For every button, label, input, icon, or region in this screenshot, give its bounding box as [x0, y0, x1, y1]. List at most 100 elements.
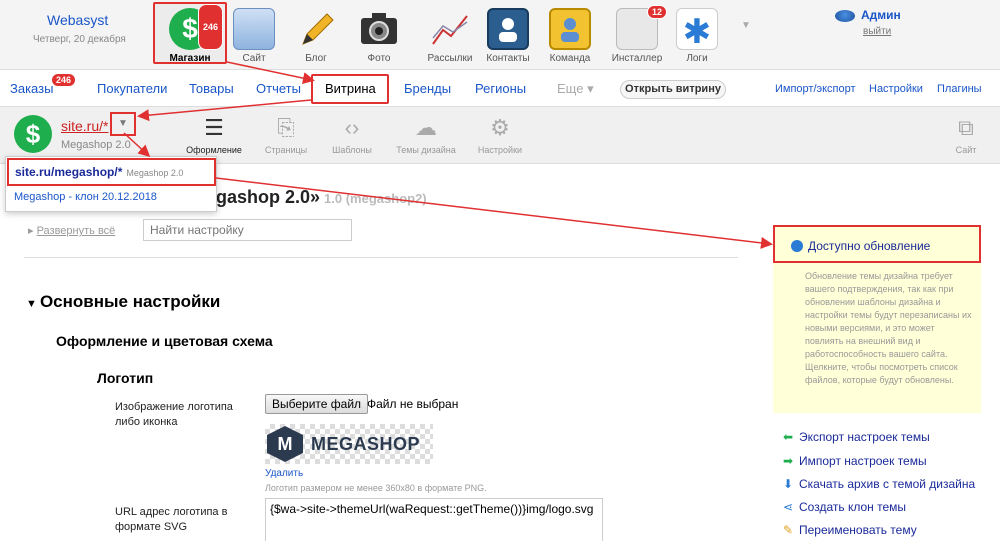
app-label: Сайт — [242, 53, 266, 64]
page-title: gashop 2.0» 1.0 (megashop2) — [216, 187, 427, 208]
tool-design[interactable]: ☰ Оформление — [176, 115, 252, 155]
tool-label: Сайт — [955, 145, 977, 155]
svg-url-textarea[interactable]: {$wa->site->themeUrl(waRequest::getTheme… — [265, 498, 603, 541]
cloud-download-icon: ☁ — [415, 115, 437, 140]
megashop-logo-mark: M — [267, 426, 303, 462]
update-title: Доступно обновление — [808, 239, 931, 253]
refresh-icon — [791, 240, 803, 252]
delete-logo-link[interactable]: Удалить — [265, 468, 303, 479]
app-blog[interactable]: Блог — [286, 4, 346, 66]
site-route-link[interactable]: site.ru/* — [61, 118, 108, 134]
app-team[interactable]: Команда — [540, 4, 600, 66]
app-label: Магазин — [169, 53, 211, 64]
caret-right-icon: ▸ — [28, 225, 37, 237]
app-contacts[interactable]: Контакты — [478, 4, 538, 66]
camera-icon — [358, 8, 400, 50]
chevron-down-icon[interactable]: ▼ — [741, 20, 751, 31]
svg-url-label: URL адрес логотипа в формате SVG — [115, 506, 228, 533]
nav-brands[interactable]: Бренды — [404, 81, 451, 96]
import-settings-link[interactable]: ➡ Импорт настроек темы — [782, 454, 927, 468]
section-main-settings[interactable]: ▼ Основные настройки — [26, 292, 220, 312]
nav-settings[interactable]: Настройки — [869, 83, 923, 95]
clone-theme-link[interactable]: ⋖ Создать клон темы — [782, 500, 906, 514]
tool-settings[interactable]: ⚙ Настройки — [462, 115, 538, 155]
app-shop[interactable]: $ 246 Магазин — [153, 2, 227, 64]
caret-down-icon: ▼ — [26, 298, 40, 310]
chart-icon — [429, 8, 471, 50]
nav-import-export[interactable]: Импорт/экспорт — [775, 83, 856, 95]
app-site[interactable]: Сайт — [224, 4, 284, 66]
tool-label: Страницы — [264, 145, 308, 155]
nav-customers[interactable]: Покупатели — [97, 81, 167, 96]
list-icon: ☰ — [204, 115, 224, 140]
tool-themes[interactable]: ☁ Темы дизайна — [388, 115, 464, 155]
theme-title: gashop 2.0» — [216, 187, 321, 207]
user-name[interactable]: Админ — [861, 8, 901, 22]
share-icon: ⋖ — [782, 500, 794, 514]
app-label: Фото — [367, 53, 391, 64]
expand-all-link[interactable]: ▸ Развернуть всё — [28, 224, 115, 237]
tool-label: Шаблоны — [332, 145, 372, 155]
app-label: Рассылки — [427, 53, 473, 64]
app-label: Логи — [686, 53, 708, 64]
installer-badge: 12 — [646, 5, 667, 19]
contacts-icon — [487, 8, 529, 50]
dropdown-item-megashop[interactable]: site.ru/megashop/* Megashop 2.0 — [7, 158, 216, 186]
arrow-left-icon: ⬅ — [782, 430, 794, 444]
tool-templates[interactable]: ‹› Шаблоны — [314, 115, 390, 155]
pencil-icon — [295, 8, 337, 50]
tool-label: Темы дизайна — [396, 145, 456, 155]
tool-label: Оформление — [186, 145, 242, 155]
nav-more[interactable]: Еще ▾ — [557, 81, 594, 97]
nav-regions[interactable]: Регионы — [475, 81, 526, 96]
logo-preview: M MEGASHOP — [265, 424, 433, 464]
pages-icon: ⎘ — [277, 115, 295, 140]
logo-image-label: Изображение логотипа либо иконка — [115, 401, 233, 428]
download-archive-link[interactable]: ⬇ Скачать архив с темой дизайна — [782, 477, 975, 491]
app-installer[interactable]: 12 Инсталлер — [607, 4, 667, 66]
brand-link[interactable]: Webasyst — [47, 12, 108, 28]
dropdown-item-clone[interactable]: Megashop - клон 20.12.2018 — [14, 191, 157, 203]
update-available-link[interactable]: Доступно обновление — [773, 225, 981, 263]
current-date: Четверг, 20 декабря — [33, 34, 126, 45]
app-label: Контакты — [486, 53, 530, 64]
settings-search-input[interactable] — [143, 219, 352, 241]
action-label: Экспорт настроек темы — [799, 430, 930, 444]
logout-link[interactable]: выйти — [863, 26, 891, 37]
nav-reports[interactable]: Отчеты — [256, 81, 301, 96]
app-mailer[interactable]: Рассылки — [420, 4, 480, 66]
nav-orders[interactable]: Заказы — [10, 81, 53, 96]
action-label: Переименовать тему — [799, 523, 917, 537]
open-storefront-button[interactable]: Открыть витрину — [620, 80, 726, 99]
nav-products[interactable]: Товары — [189, 81, 234, 96]
update-panel[interactable]: Доступно обновление Обновление темы диза… — [773, 225, 981, 413]
pencil-icon: ✎ — [782, 523, 794, 537]
logo-hint: Логотип размером не менее 360x80 в форма… — [265, 483, 487, 493]
app-logs[interactable]: ✱ Логи — [667, 4, 727, 66]
shop-icon: $ 246 — [169, 4, 223, 50]
avatar — [835, 10, 855, 22]
team-icon — [549, 8, 591, 50]
nav-storefront[interactable]: Витрина — [325, 81, 376, 96]
site-route-dropdown: site.ru/megashop/* Megashop 2.0 Megashop … — [5, 156, 217, 212]
export-settings-link[interactable]: ⬅ Экспорт настроек темы — [782, 430, 930, 444]
section-colors: Оформление и цветовая схема — [56, 333, 273, 349]
tool-pages[interactable]: ⎘ Страницы — [248, 115, 324, 155]
installer-icon: 12 — [616, 5, 667, 50]
file-status: Файл не выбран — [367, 397, 459, 411]
update-description: Обновление темы дизайна требует вашего п… — [805, 271, 972, 385]
rename-theme-link[interactable]: ✎ Переименовать тему — [782, 523, 917, 537]
dropdown-route: site.ru/megashop/* — [15, 165, 123, 179]
external-link-icon: ⧉ — [958, 115, 974, 140]
tool-site[interactable]: ⧉ Сайт — [928, 115, 1000, 155]
shop-logo-icon: $ — [14, 115, 52, 153]
code-icon: ‹› — [344, 115, 360, 140]
dropdown-theme: Megashop 2.0 — [126, 168, 184, 178]
site-theme-name: Megashop 2.0 — [61, 139, 131, 151]
app-label: Блог — [305, 53, 327, 64]
expand-all-label: Развернуть всё — [36, 225, 116, 237]
choose-file-button[interactable]: Выберите файл — [265, 394, 369, 414]
site-selector-caret[interactable]: ▼ — [110, 112, 136, 136]
app-photos[interactable]: Фото — [349, 4, 409, 66]
nav-plugins[interactable]: Плагины — [937, 83, 982, 95]
